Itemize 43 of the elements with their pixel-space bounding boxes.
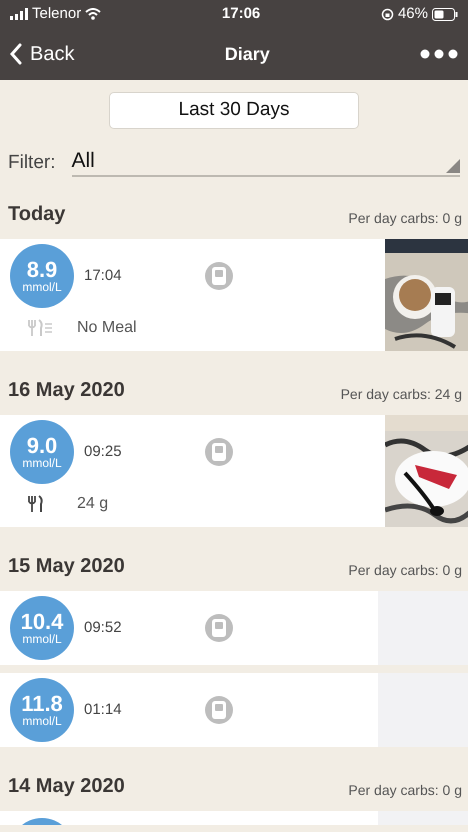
chevron-left-icon [10, 43, 22, 65]
day-carbs: Per day carbs: 0 g [348, 781, 462, 800]
glucose-badge: 10.4 mmol/L [10, 596, 74, 660]
glucose-badge: 11.8 mmol/L [10, 678, 74, 742]
diary-entry[interactable]: 10.4 mmol/L 09:52 [0, 591, 468, 665]
carrier-name: Telenor [32, 4, 82, 24]
day-heading: Today [8, 202, 66, 227]
meter-icon [204, 261, 234, 291]
filter-label: Filter: [8, 150, 56, 174]
meter-icon [204, 613, 234, 643]
meter-icon [204, 695, 234, 725]
diary-entry[interactable]: 9.0 mmol/L 09:25 24 g [0, 415, 468, 527]
no-meal-icon [26, 318, 53, 338]
glucose-badge: 9.0 mmol/L [10, 420, 74, 484]
entry-time: 01:14 [84, 700, 122, 720]
day-heading: 15 May 2020 [8, 554, 125, 579]
day-carbs: Per day carbs: 0 g [348, 209, 462, 228]
back-button[interactable]: Back [10, 39, 74, 69]
date-range-button[interactable]: Last 30 Days [109, 92, 359, 129]
meter-icon [204, 437, 234, 467]
status-time: 17:06 [220, 4, 262, 24]
day-heading: 16 May 2020 [8, 378, 125, 403]
diary-entry[interactable]: 11.8 mmol/L 01:14 [0, 673, 468, 747]
meal-info: 24 g [77, 494, 108, 514]
diary-entry[interactable] [0, 811, 468, 825]
entry-time: 17:04 [84, 266, 122, 286]
rotation-lock-icon [380, 8, 394, 20]
wifi-icon [85, 8, 102, 20]
day-carbs: Per day carbs: 0 g [348, 561, 462, 580]
fork-knife-icon [26, 494, 44, 514]
day-heading: 14 May 2020 [8, 774, 125, 799]
diary-entry[interactable]: 8.9 mmol/L 17:04 No Meal [0, 239, 468, 351]
filter-dropdown[interactable]: All [72, 139, 460, 177]
more-icon[interactable] [420, 49, 458, 59]
battery-icon [432, 8, 458, 20]
entry-time: 09:52 [84, 618, 122, 638]
entry-time: 09:25 [84, 442, 122, 462]
battery-percent: 46% [398, 4, 428, 24]
day-carbs: Per day carbs: 24 g [340, 385, 462, 404]
signal-icon [10, 8, 28, 20]
glucose-badge: 8.9 mmol/L [10, 244, 74, 308]
meal-info: No Meal [77, 318, 137, 338]
screen-title: Diary [224, 42, 270, 66]
